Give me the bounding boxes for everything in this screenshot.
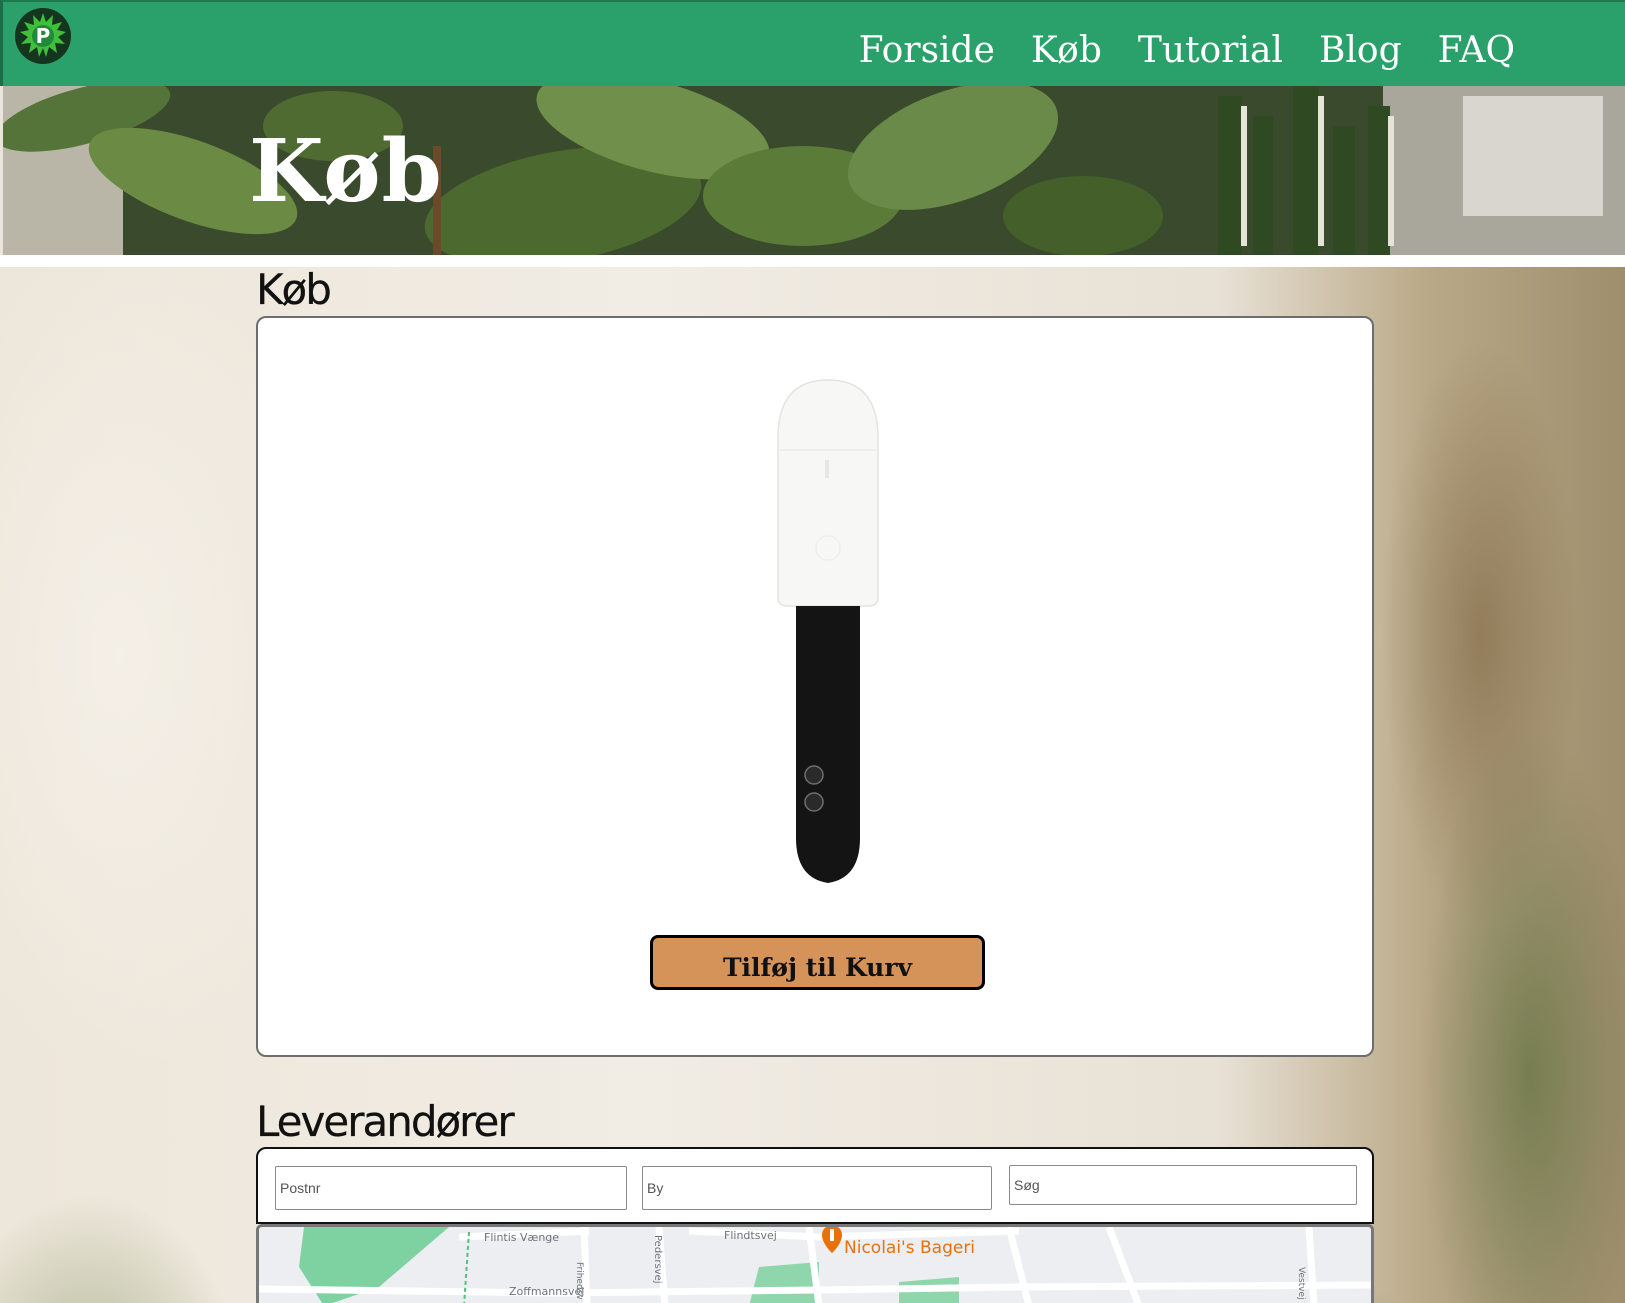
top-navbar: P Forside Køb Tutorial Blog FAQ — [0, 0, 1625, 86]
product-card: Tilføj til Kurv — [256, 316, 1374, 1057]
map-place-label[interactable]: Nicolai's Bageri — [844, 1238, 975, 1258]
street-label: Pedersvej — [652, 1235, 663, 1284]
main-nav: Forside Køb Tutorial Blog FAQ — [859, 26, 1515, 76]
map-tiles: Flintis Vænge Frihedsv Pedersvej Flindts… — [259, 1227, 1371, 1303]
add-to-cart-button[interactable]: Tilføj til Kurv — [650, 935, 985, 990]
hero-banner: Køb — [3, 86, 1625, 255]
supplier-search-form — [256, 1147, 1374, 1224]
nav-blog[interactable]: Blog — [1319, 26, 1402, 76]
nav-forside[interactable]: Forside — [859, 26, 995, 76]
search-input[interactable] — [1009, 1165, 1357, 1205]
svg-text:P: P — [36, 24, 51, 48]
street-label: Flintis Vænge — [484, 1231, 559, 1244]
logo[interactable]: P — [15, 8, 71, 64]
street-label: Zoffmannsvej — [509, 1285, 584, 1298]
nav-faq[interactable]: FAQ — [1438, 26, 1515, 76]
divider — [0, 255, 1625, 267]
street-label: Flindtsvej — [724, 1229, 777, 1242]
purchase-heading: Køb — [256, 265, 332, 314]
supplier-map[interactable]: Flintis Vænge Frihedsv Pedersvej Flindts… — [256, 1224, 1374, 1303]
plants-banner-image — [3, 86, 1625, 255]
suppliers-heading: Leverandører — [256, 1097, 515, 1146]
street-label: Vestvej — [1296, 1267, 1306, 1300]
nav-koeb[interactable]: Køb — [1031, 26, 1102, 76]
page-title: Køb — [249, 121, 443, 222]
postnr-input[interactable] — [275, 1166, 627, 1210]
city-input[interactable] — [642, 1166, 992, 1210]
soil-sensor-image — [777, 379, 879, 883]
nav-tutorial[interactable]: Tutorial — [1138, 26, 1283, 76]
logo-icon: P — [20, 13, 66, 57]
